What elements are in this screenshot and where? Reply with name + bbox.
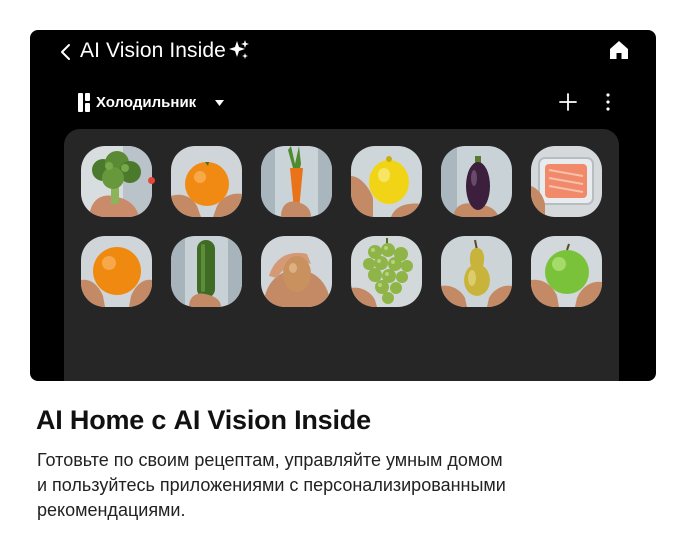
app-title: AI Vision Inside bbox=[80, 39, 226, 62]
food-tile-broccoli[interactable] bbox=[81, 146, 152, 217]
add-icon[interactable] bbox=[558, 92, 578, 112]
fridge-icon bbox=[78, 93, 90, 112]
description-line: Готовьте по своим рецептам, управляйте у… bbox=[37, 450, 503, 470]
food-tile-lemon[interactable] bbox=[351, 146, 422, 217]
sparkle-icon bbox=[229, 40, 249, 59]
food-tile-egg[interactable] bbox=[261, 236, 332, 307]
food-tile-green-apple[interactable] bbox=[531, 236, 602, 307]
food-tile-grapes[interactable] bbox=[351, 236, 422, 307]
food-tile-pear[interactable] bbox=[441, 236, 512, 307]
food-tile-eggplant[interactable] bbox=[441, 146, 512, 217]
headline: AI Home с AI Vision Inside bbox=[36, 405, 371, 435]
description: Готовьте по своим рецептам, управляйте у… bbox=[37, 448, 637, 523]
top-bar: AI Vision Inside bbox=[30, 30, 656, 74]
more-options-icon[interactable] bbox=[602, 92, 614, 112]
dropdown-caret-icon[interactable] bbox=[215, 100, 224, 106]
device-bar: Холодильник bbox=[30, 88, 656, 118]
food-tile-cucumber[interactable] bbox=[171, 236, 242, 307]
back-button[interactable] bbox=[54, 40, 78, 64]
description-line: рекомендациями. bbox=[37, 500, 186, 520]
food-tile-carrot[interactable] bbox=[261, 146, 332, 217]
new-item-indicator bbox=[148, 177, 155, 184]
food-tile-salmon[interactable] bbox=[531, 146, 602, 217]
back-chevron-icon bbox=[61, 44, 70, 60]
food-tile-orange-2[interactable] bbox=[81, 236, 152, 307]
description-line: и пользуйтесь приложениями с персонализи… bbox=[37, 475, 506, 495]
app-screen: AI Vision Inside Холодильник bbox=[30, 30, 656, 381]
food-tile-orange[interactable] bbox=[171, 146, 242, 217]
device-selector[interactable]: Холодильник bbox=[96, 92, 196, 114]
home-icon[interactable] bbox=[608, 39, 630, 61]
